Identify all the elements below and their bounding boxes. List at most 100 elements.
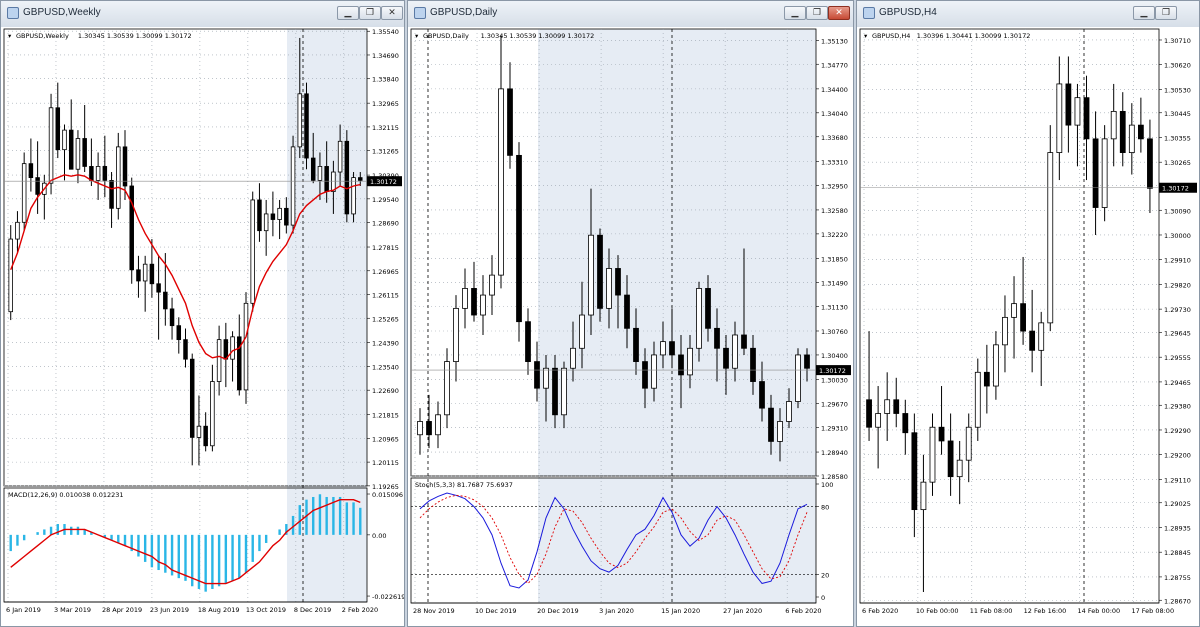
date-tick-label: 6 Feb 2020 <box>785 607 821 615</box>
candle-bullish <box>1038 322 1045 351</box>
candle-bullish <box>651 354 657 389</box>
restore-icon: ❐ <box>1161 8 1171 18</box>
candle-bullish <box>453 307 459 362</box>
candle-bearish <box>163 291 168 310</box>
macd-histogram-bar <box>123 534 127 546</box>
price-tick-label: 1.25265 <box>372 315 399 323</box>
candle-bearish <box>82 138 87 167</box>
chart-canvas[interactable]: 1.35540 1.34690 1.33840 1.32965 1.32115 1.312… <box>1 27 404 627</box>
price-tick-label: 1.23540 <box>372 363 399 371</box>
macd-histogram-bar <box>278 529 281 535</box>
minimize-button[interactable]: ▁ <box>1133 6 1155 20</box>
candle-bullish <box>297 93 303 148</box>
candle-bearish <box>1147 138 1153 189</box>
candle-bearish <box>102 166 108 181</box>
candle-bullish <box>696 288 702 349</box>
current-price-label: 1.30172 <box>1162 185 1189 193</box>
restore-button[interactable]: ❐ <box>359 6 381 20</box>
price-tick-label: 1.31265 <box>372 148 399 156</box>
candle-bearish <box>270 213 276 220</box>
date-tick-label: 23 Jun 2019 <box>150 606 189 614</box>
chart-window-h4[interactable]: GBPUSD,H4 ▁ ❐ 1.30710 1.30620 1.30530 1.304… <box>856 0 1200 627</box>
candle-bullish <box>875 413 882 428</box>
macd-histogram-bar <box>312 496 315 535</box>
price-tick-label: 1.35130 <box>821 37 848 45</box>
window-titlebar[interactable]: GBPUSD,Weekly ▁ ❐ ✕ <box>1 1 404 28</box>
price-tick-label: 1.34770 <box>821 61 848 69</box>
candle-bearish <box>723 347 729 369</box>
window-titlebar[interactable]: GBPUSD,H4 ▁ ❐ <box>857 1 1199 28</box>
candle-bearish <box>624 294 630 329</box>
restore-button[interactable]: ❐ <box>1155 6 1177 20</box>
chart-canvas[interactable]: 1.30710 1.30620 1.30530 1.30445 1.30355 1.302… <box>857 27 1199 627</box>
candle-bearish <box>358 177 363 181</box>
chart-canvas[interactable]: 1.35130 1.34770 1.34400 1.34040 1.33680 1.333… <box>408 27 853 627</box>
candle-bearish <box>28 163 34 179</box>
date-tick-label: 18 Aug 2019 <box>198 606 240 614</box>
price-tick-label: 1.30000 <box>1164 232 1191 240</box>
close-button[interactable]: ✕ <box>381 6 403 20</box>
chart-window-icon <box>414 7 426 19</box>
macd-histogram-bar <box>244 534 248 573</box>
macd-histogram-bar <box>157 534 160 571</box>
candle-bullish <box>660 341 666 356</box>
window-titlebar[interactable]: GBPUSD,Daily ▁ ❐ ✕ <box>408 1 853 28</box>
candle-bullish <box>48 107 54 184</box>
candle-bullish <box>974 371 981 428</box>
candle-bullish <box>795 354 801 402</box>
candle-bullish <box>290 146 296 226</box>
candle-bullish <box>993 344 999 387</box>
macd-histogram-bar <box>150 534 154 568</box>
candle-bullish <box>687 347 693 376</box>
price-tick-label: 1.29200 <box>1164 452 1191 460</box>
candle-bullish <box>480 294 486 316</box>
date-tick-label: 28 Nov 2019 <box>413 607 455 615</box>
candle-bearish <box>176 325 182 341</box>
macd-histogram-bar <box>143 534 147 562</box>
restore-button[interactable]: ❐ <box>806 6 828 20</box>
candle-bullish <box>444 361 450 416</box>
candle-bullish <box>732 334 738 369</box>
price-tick-label: 1.28690 <box>372 220 399 228</box>
macd-histogram-bar <box>217 534 221 587</box>
indicator-label: Stoch(5,3,3) 81.7687 75.6937 <box>415 481 513 489</box>
candle-bullish <box>606 268 612 309</box>
candle-bullish <box>543 367 549 389</box>
price-tick-label: 1.29910 <box>1164 257 1191 265</box>
macd-histogram-bar <box>117 534 120 543</box>
candle-bearish <box>156 283 161 293</box>
chart-window-weekly[interactable]: GBPUSD,Weekly ▁ ❐ ✕ 1.35540 1.34690 1.3384… <box>0 0 405 627</box>
price-tick-label: 1.29670 <box>821 400 848 408</box>
price-tick-label: 1.33840 <box>372 76 399 84</box>
macd-histogram-bar <box>325 496 328 535</box>
price-tick-label: 1.30620 <box>1164 62 1191 70</box>
chart-window-icon <box>863 7 875 19</box>
price-tick-label: 1.32580 <box>821 207 848 215</box>
minimize-button[interactable]: ▁ <box>784 6 806 20</box>
chart-window-daily[interactable]: GBPUSD,Daily ▁ ❐ ✕ 1.35130 1.34770 1.34400… <box>407 0 854 627</box>
current-price-label: 1.30172 <box>819 367 846 375</box>
price-tick-label: 1.24390 <box>372 340 399 348</box>
price-tick-label: 1.28935 <box>1164 524 1191 532</box>
price-tick-label: 1.26115 <box>372 292 399 300</box>
candle-bearish <box>1137 124 1144 140</box>
price-tick-label: 1.29540 <box>372 196 399 204</box>
restore-icon: ❐ <box>812 8 822 18</box>
candle-bearish <box>169 308 175 327</box>
candle-bearish <box>89 166 94 181</box>
macd-histogram-bar <box>224 534 228 584</box>
candle-bearish <box>183 339 188 360</box>
price-tick-label: 1.32965 <box>372 100 399 108</box>
candle-bullish <box>210 381 215 447</box>
price-tick-label: 1.28940 <box>821 449 848 457</box>
price-tick-label: 1.22690 <box>372 387 399 395</box>
minimize-button[interactable]: ▁ <box>337 6 359 20</box>
price-tick-label: 1.29110 <box>1164 476 1191 484</box>
candle-bearish <box>136 269 141 282</box>
close-button[interactable]: ✕ <box>828 6 850 20</box>
price-tick-label: 1.30030 <box>821 377 848 385</box>
candle-bullish <box>277 207 282 220</box>
price-tick-label: 1.33680 <box>821 134 848 142</box>
candle-bearish <box>893 399 900 414</box>
macd-histogram-bar <box>43 529 46 535</box>
